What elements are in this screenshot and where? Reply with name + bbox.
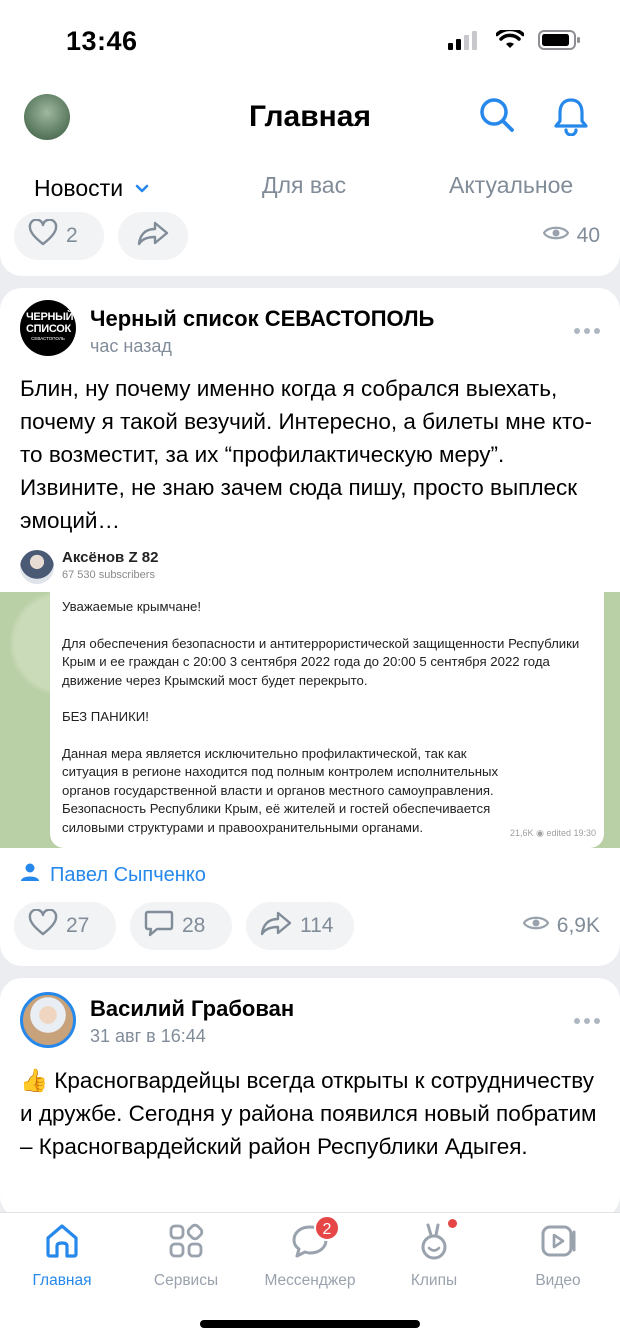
views-counter: 40 (542, 224, 600, 248)
clips-icon (414, 1219, 457, 1266)
repost-subscribers: 67 530 subscribers (62, 569, 155, 581)
clips-dot-indicator (448, 1219, 457, 1228)
top-header: Главная Новости Для вас Актуальное (0, 86, 620, 216)
wifi-icon (495, 27, 525, 55)
post-card-previous: 2 40 (0, 200, 620, 276)
comment-bubble-icon (144, 909, 174, 943)
post-author[interactable]: Василий Грабован (90, 996, 294, 1022)
share-arrow-icon (260, 910, 292, 942)
post-signer[interactable]: Павел Сыпченко (20, 862, 206, 888)
tabbar-home[interactable]: Главная (0, 1221, 124, 1290)
share-button[interactable]: 114 (246, 902, 354, 950)
avatar-logo-subtext: СЕВАСТОПОЛЬ (31, 336, 65, 341)
attached-image[interactable]: Уважаемые крымчане! Для обеспечения безо… (0, 592, 620, 848)
home-indicator[interactable] (200, 1320, 420, 1328)
tab-actual[interactable]: Актуальное (449, 172, 573, 199)
like-count: 2 (66, 224, 78, 247)
like-button[interactable]: 27 (14, 902, 116, 950)
post-card: ЧЕРНЫЙ СПИСОК СЕВАСТОПОЛЬ Черный список … (0, 288, 620, 966)
comment-count: 28 (182, 914, 206, 937)
heart-icon (28, 218, 58, 253)
tabbar-clips[interactable]: Клипы (372, 1219, 496, 1290)
more-options-icon[interactable] (574, 1018, 600, 1024)
message-paragraph: БЕЗ ПАНИКИ! (62, 709, 149, 724)
home-icon (42, 1224, 82, 1265)
post-text: Блин, ну почему именно когда я собрался … (20, 376, 593, 533)
tabbar-clips-label: Клипы (410, 1272, 458, 1289)
status-bar: 13:46 (0, 0, 620, 86)
post-card: Василий Грабован 31 авг в 16:44 👍 Красно… (0, 978, 620, 1218)
tab-news[interactable]: Новости (34, 172, 149, 202)
messenger-badge: 2 (314, 1215, 340, 1241)
views-count: 6,9K (556, 914, 600, 937)
post-time: час назад (90, 336, 172, 356)
views-counter: 6,9K (522, 914, 600, 938)
tabbar-services[interactable]: Сервисы (124, 1221, 248, 1290)
search-icon[interactable] (478, 96, 516, 139)
status-time: 13:46 (66, 26, 138, 56)
share-count: 114 (300, 914, 334, 937)
eye-icon: ◉ (536, 827, 544, 838)
messenger-icon: 2 (290, 1215, 340, 1266)
signer-name: Павел Сыпченко (50, 863, 206, 886)
chevron-down-icon (135, 172, 149, 199)
like-count: 27 (66, 914, 90, 937)
message-views: 21,6K (510, 827, 534, 838)
person-icon (20, 862, 40, 888)
notifications-bell-icon[interactable] (552, 96, 590, 141)
repost-author: Аксёнов Z 82 (62, 549, 159, 566)
like-button[interactable]: 2 (14, 212, 104, 260)
post-author[interactable]: Черный список СЕВАСТОПОЛЬ (90, 306, 434, 332)
battery-icon (538, 30, 580, 55)
community-avatar[interactable]: ЧЕРНЫЙ СПИСОК СЕВАСТОПОЛЬ (20, 300, 76, 356)
share-arrow-icon (137, 220, 169, 252)
message-edited: edited 19:30 (546, 827, 596, 838)
post-time: 31 авг в 16:44 (90, 1026, 206, 1046)
page-title: Главная (248, 100, 371, 133)
tabbar-video-label: Видео (535, 1272, 581, 1289)
tab-news-label: Новости (34, 175, 124, 201)
post-text: 👍 Красногвардейцы всегда открыты к сотру… (20, 1064, 600, 1163)
heart-icon (28, 908, 58, 943)
message-bubble: Уважаемые крымчане! Для обеспечения безо… (50, 592, 604, 848)
video-icon (538, 1225, 578, 1265)
comment-button[interactable]: 28 (130, 902, 232, 950)
thumbs-up-emoji: 👍 (20, 1068, 49, 1093)
post-text-body: Красногвардейцы всегда открыты к сотрудн… (20, 1068, 597, 1159)
views-count: 40 (576, 224, 600, 247)
repost-header: Аксёнов Z 82 67 530 subscribers (20, 548, 420, 588)
status-icons (448, 27, 580, 55)
eye-icon (542, 224, 569, 248)
more-options-icon[interactable] (574, 328, 600, 334)
tabbar-services-label: Сервисы (153, 1272, 219, 1289)
eye-icon (522, 914, 550, 938)
avatar-logo-text: ЧЕРНЫЙ СПИСОК (26, 311, 74, 335)
tab-for-you[interactable]: Для вас (262, 172, 346, 199)
tabbar-home-label: Главная (32, 1272, 92, 1289)
tabbar-video[interactable]: Видео (496, 1221, 620, 1290)
message-paragraph: Уважаемые крымчане! (62, 599, 201, 614)
author-avatar[interactable] (20, 992, 76, 1048)
tabbar-messenger-label: Мессенджер (264, 1272, 356, 1289)
cellular-signal-icon (448, 30, 482, 55)
message-meta: 21,6K ◉ edited 19:30 (510, 824, 596, 843)
share-button[interactable] (118, 212, 188, 260)
message-paragraph: Для обеспечения безопасности и антитерро… (62, 635, 580, 688)
services-icon (166, 1223, 206, 1265)
tabbar-messenger[interactable]: 2 Мессенджер (248, 1215, 372, 1290)
repost-avatar (20, 550, 54, 584)
